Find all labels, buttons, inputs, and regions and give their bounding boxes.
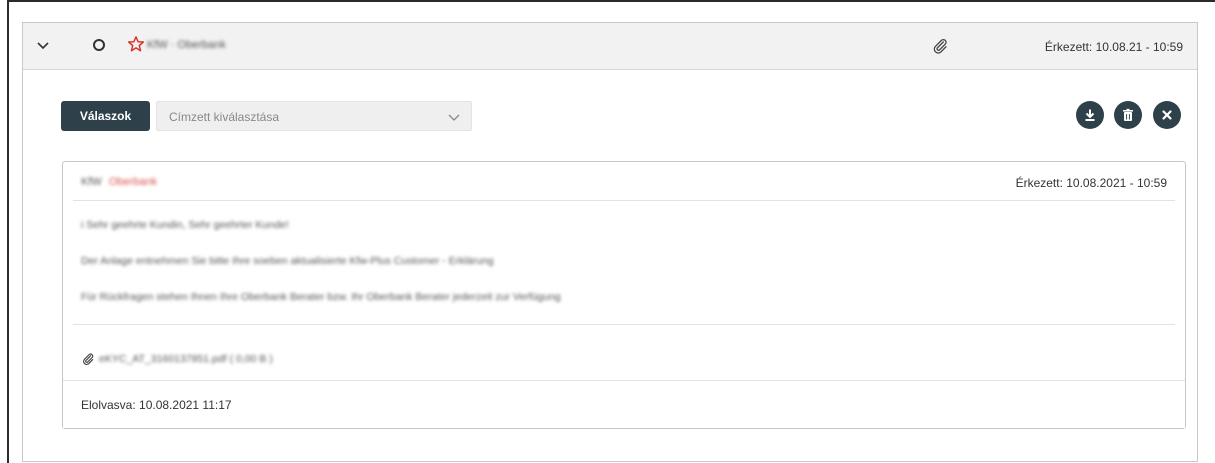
recipient-placeholder: Címzett kiválasztása <box>169 110 280 124</box>
attachment-link[interactable]: eKYC_AT_3160137851.pdf ( 0,00 B ) <box>99 353 273 365</box>
star-icon[interactable] <box>127 35 145 53</box>
message-from: KfW Oberbank <box>81 176 157 188</box>
arrived-date: Érkezett: 10.08.21 - 10:59 <box>1044 40 1183 54</box>
from-name: KfW <box>81 176 102 188</box>
message-detail: KfW Oberbank Érkezett: 10.08.2021 - 10:5… <box>62 161 1186 429</box>
recipient-select[interactable]: Címzett kiválasztása <box>156 101 472 131</box>
unread-circle-icon[interactable] <box>93 39 105 51</box>
window-frame-left <box>7 0 9 463</box>
sender-name: KfW · Oberbank <box>147 39 226 51</box>
message-footer: Elolvasva: 10.08.2021 11:17 <box>63 380 1185 428</box>
window-frame-top <box>7 0 1215 6</box>
divider <box>73 200 1175 201</box>
message-arrived-date: Érkezett: 10.08.2021 - 10:59 <box>1015 176 1167 190</box>
chevron-down-icon[interactable] <box>35 37 51 53</box>
replies-button[interactable]: Válaszok <box>61 101 150 131</box>
download-button[interactable] <box>1076 101 1104 129</box>
trash-icon <box>1123 108 1133 121</box>
read-at-text: Elolvasva: 10.08.2021 11:17 <box>81 398 232 412</box>
message-header[interactable]: KfW · Oberbank Érkezett: 10.08.21 - 10:5… <box>23 23 1197 70</box>
download-icon <box>1085 109 1095 121</box>
message-card: KfW · Oberbank Érkezett: 10.08.21 - 10:5… <box>22 22 1198 462</box>
paperclip-icon <box>933 38 947 54</box>
divider <box>73 324 1175 325</box>
close-icon <box>1162 110 1172 120</box>
message-body-line: Der Anlage entnehmen Sie bitte Ihre soeb… <box>81 255 494 267</box>
from-org: Oberbank <box>108 176 158 188</box>
close-button[interactable] <box>1153 101 1181 129</box>
chevron-down-icon <box>448 114 460 121</box>
delete-button[interactable] <box>1114 101 1142 129</box>
message-body-line: Für Rückfragen stehen Ihnen Ihre Oberban… <box>81 291 561 303</box>
message-body-line: i Sehr geehrte Kundin, Sehr geehrter Kun… <box>81 219 289 231</box>
paperclip-icon <box>83 353 94 366</box>
